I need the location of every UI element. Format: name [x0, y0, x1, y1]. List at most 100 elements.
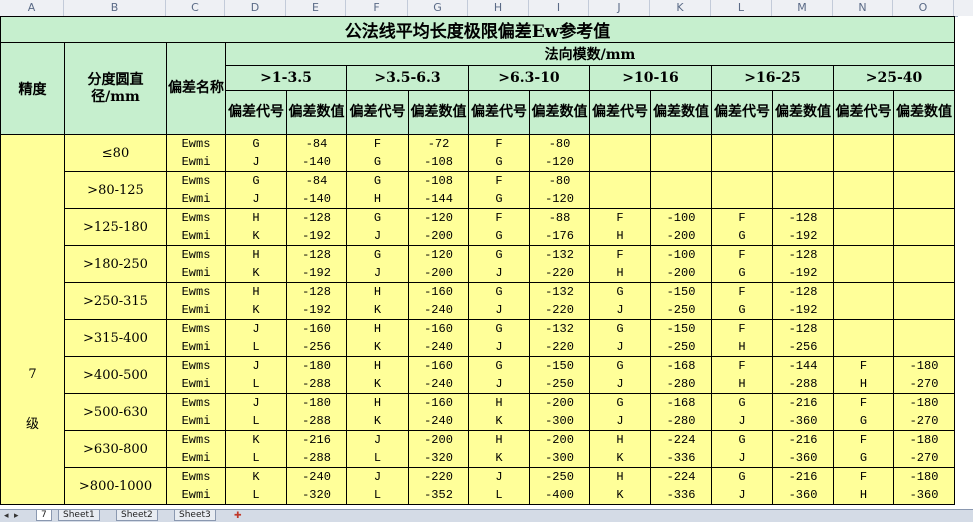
deviation-value-cell[interactable]: -224 -336	[650, 430, 712, 468]
deviation-code-cell[interactable]: HK	[468, 430, 530, 468]
deviation-code-cell[interactable]	[711, 171, 773, 209]
tab-scroll-right-icon[interactable]: ▸	[14, 510, 19, 522]
deviation-value-cell[interactable]: -132 -220	[529, 245, 590, 283]
deviation-value-cell[interactable]	[650, 171, 712, 209]
deviation-value-cell[interactable]: -168 -280	[650, 393, 712, 431]
deviation-code-cell[interactable]	[589, 134, 651, 172]
deviation-code-cell[interactable]: GJ	[711, 393, 773, 431]
column-header-a[interactable]: A	[0, 0, 64, 16]
sheet-tab-7[interactable]: 7	[36, 510, 52, 521]
deviation-code-cell[interactable]: HK	[225, 282, 287, 320]
diameter-range-cell[interactable]: >180-250	[64, 245, 167, 283]
deviation-value-cell[interactable]: -200 -320	[408, 430, 469, 468]
deviation-code-cell[interactable]: FG	[468, 134, 530, 172]
column-header-o[interactable]: O	[893, 0, 954, 16]
deviation-value-cell[interactable]: -160 -240	[408, 356, 469, 394]
deviation-value-cell[interactable]: -180 -270	[893, 393, 955, 431]
deviation-code-cell[interactable]	[833, 319, 894, 357]
deviation-value-cell[interactable]: -128 -192	[286, 282, 347, 320]
deviation-code-cell[interactable]: FG	[468, 171, 530, 209]
deviation-name-cell[interactable]: Ewms Ewmi	[166, 430, 226, 468]
deviation-value-cell[interactable]: -200 -300	[529, 430, 590, 468]
deviation-code-cell[interactable]: HK	[468, 393, 530, 431]
deviation-value-cell[interactable]: -128 -192	[772, 245, 834, 283]
deviation-code-header[interactable]: 偏差代号	[711, 90, 773, 135]
deviation-code-cell[interactable]: HK	[346, 282, 409, 320]
deviation-code-header[interactable]: 偏差代号	[589, 90, 651, 135]
deviation-code-cell[interactable]: GJ	[225, 134, 287, 172]
deviation-value-header[interactable]: 偏差数值	[650, 90, 712, 135]
deviation-code-cell[interactable]: FH	[833, 467, 894, 505]
insert-sheet-icon[interactable]: ✚	[234, 510, 242, 522]
deviation-value-cell[interactable]: -216 -360	[772, 430, 834, 468]
module-range-3[interactable]: >6.3-10	[468, 65, 590, 91]
deviation-code-cell[interactable]: GJ	[589, 393, 651, 431]
deviation-value-cell[interactable]: -80 -120	[529, 134, 590, 172]
deviation-code-cell[interactable]: KL	[225, 467, 287, 505]
deviation-value-cell[interactable]: -168 -280	[650, 356, 712, 394]
deviation-value-cell[interactable]: -216 -360	[772, 393, 834, 431]
deviation-code-cell[interactable]: HK	[225, 245, 287, 283]
deviation-value-cell[interactable]: -132 -220	[529, 319, 590, 357]
deviation-code-cell[interactable]: GJ	[468, 356, 530, 394]
deviation-value-header[interactable]: 偏差数值	[408, 90, 469, 135]
deviation-code-cell[interactable]: HK	[346, 356, 409, 394]
deviation-code-cell[interactable]: FH	[589, 208, 651, 246]
diameter-range-cell[interactable]: ≤80	[64, 134, 167, 172]
deviation-value-cell[interactable]: -72 -108	[408, 134, 469, 172]
deviation-code-header[interactable]: 偏差代号	[225, 90, 287, 135]
column-header-c[interactable]: C	[166, 0, 225, 16]
deviation-code-cell[interactable]: GJ	[346, 245, 409, 283]
deviation-code-cell[interactable]	[833, 208, 894, 246]
deviation-code-header[interactable]: 偏差代号	[468, 90, 530, 135]
table-title[interactable]: 公法线平均长度极限偏差Ew参考值	[0, 16, 955, 43]
diameter-range-cell[interactable]: >80-125	[64, 171, 167, 209]
diameter-range-cell[interactable]: >315-400	[64, 319, 167, 357]
diameter-range-cell[interactable]: >400-500	[64, 356, 167, 394]
deviation-value-cell[interactable]: -160 -256	[286, 319, 347, 357]
deviation-value-cell[interactable]: -120 -200	[408, 245, 469, 283]
deviation-code-cell[interactable]: KL	[225, 430, 287, 468]
deviation-value-header[interactable]: 偏差数值	[286, 90, 347, 135]
deviation-value-cell[interactable]: -128 -192	[286, 245, 347, 283]
deviation-code-cell[interactable]: GJ	[346, 208, 409, 246]
deviation-value-cell[interactable]: -250 -400	[529, 467, 590, 505]
deviation-value-cell[interactable]	[893, 208, 955, 246]
deviation-code-cell[interactable]: GJ	[589, 356, 651, 394]
deviation-value-cell[interactable]: -100 -200	[650, 208, 712, 246]
deviation-code-cell[interactable]: FH	[589, 245, 651, 283]
deviation-code-cell[interactable]: GJ	[589, 319, 651, 357]
deviation-code-cell[interactable]: GJ	[711, 430, 773, 468]
module-range-4[interactable]: >10-16	[589, 65, 712, 91]
deviation-value-cell[interactable]: -180 -270	[893, 430, 955, 468]
deviation-name-cell[interactable]: Ewms Ewmi	[166, 282, 226, 320]
deviation-value-header[interactable]: 偏差数值	[772, 90, 834, 135]
deviation-code-cell[interactable]: GH	[346, 171, 409, 209]
deviation-name-cell[interactable]: Ewms Ewmi	[166, 319, 226, 357]
deviation-code-cell[interactable]: FG	[711, 245, 773, 283]
deviation-code-cell[interactable]: JL	[225, 393, 287, 431]
deviation-value-cell[interactable]: -180 -288	[286, 356, 347, 394]
deviation-code-cell[interactable]: JL	[346, 430, 409, 468]
deviation-code-cell[interactable]	[833, 282, 894, 320]
column-header-j[interactable]: J	[589, 0, 650, 16]
column-header-f[interactable]: F	[346, 0, 408, 16]
deviation-value-cell[interactable]: -150 -250	[529, 356, 590, 394]
deviation-code-cell[interactable]: GJ	[468, 319, 530, 357]
deviation-value-cell[interactable]: -108 -144	[408, 171, 469, 209]
deviation-value-cell[interactable]: -150 -250	[650, 282, 712, 320]
deviation-code-cell[interactable]: HK	[589, 467, 651, 505]
deviation-value-header[interactable]: 偏差数值	[893, 90, 955, 135]
deviation-value-cell[interactable]: -160 -240	[408, 319, 469, 357]
column-header-h[interactable]: H	[468, 0, 529, 16]
deviation-code-cell[interactable]: FG	[833, 430, 894, 468]
deviation-value-cell[interactable]: -220 -352	[408, 467, 469, 505]
deviation-value-cell[interactable]: -132 -220	[529, 282, 590, 320]
deviation-value-cell[interactable]	[893, 319, 955, 357]
diameter-range-cell[interactable]: >250-315	[64, 282, 167, 320]
deviation-code-cell[interactable]: JL	[346, 467, 409, 505]
diameter-range-cell[interactable]: >800-1000	[64, 467, 167, 505]
deviation-value-cell[interactable]	[893, 171, 955, 209]
deviation-code-cell[interactable]: GJ	[711, 467, 773, 505]
deviation-code-cell[interactable]: GJ	[589, 282, 651, 320]
